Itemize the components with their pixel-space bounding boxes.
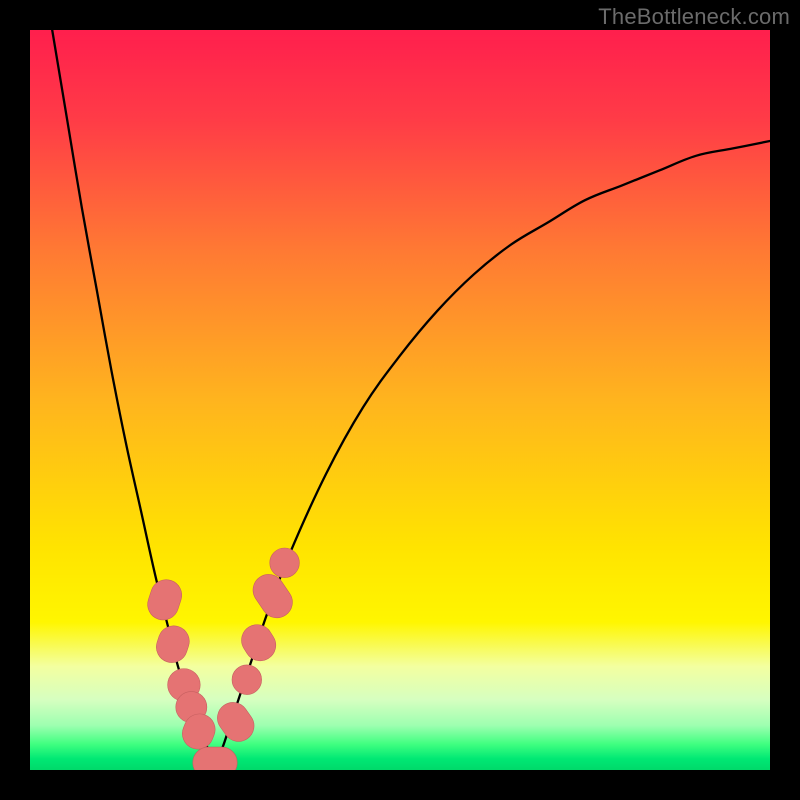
right-cluster-mid [236, 619, 282, 667]
chart-frame: TheBottleneck.com [0, 0, 800, 800]
left-cluster-upper-2 [152, 622, 193, 667]
watermark-text: TheBottleneck.com [598, 4, 790, 30]
right-dot-2 [270, 548, 300, 578]
left-cluster-upper [144, 576, 186, 624]
bottleneck-curve-right [215, 141, 770, 763]
right-dot-1 [232, 665, 262, 695]
plot-area [30, 30, 770, 770]
right-cluster-upper [247, 568, 298, 623]
marker-group [144, 548, 300, 770]
right-cluster-lower [211, 696, 260, 747]
curves-layer [30, 30, 770, 770]
bottleneck-curve-left [52, 30, 215, 763]
valley-floor [193, 747, 237, 770]
